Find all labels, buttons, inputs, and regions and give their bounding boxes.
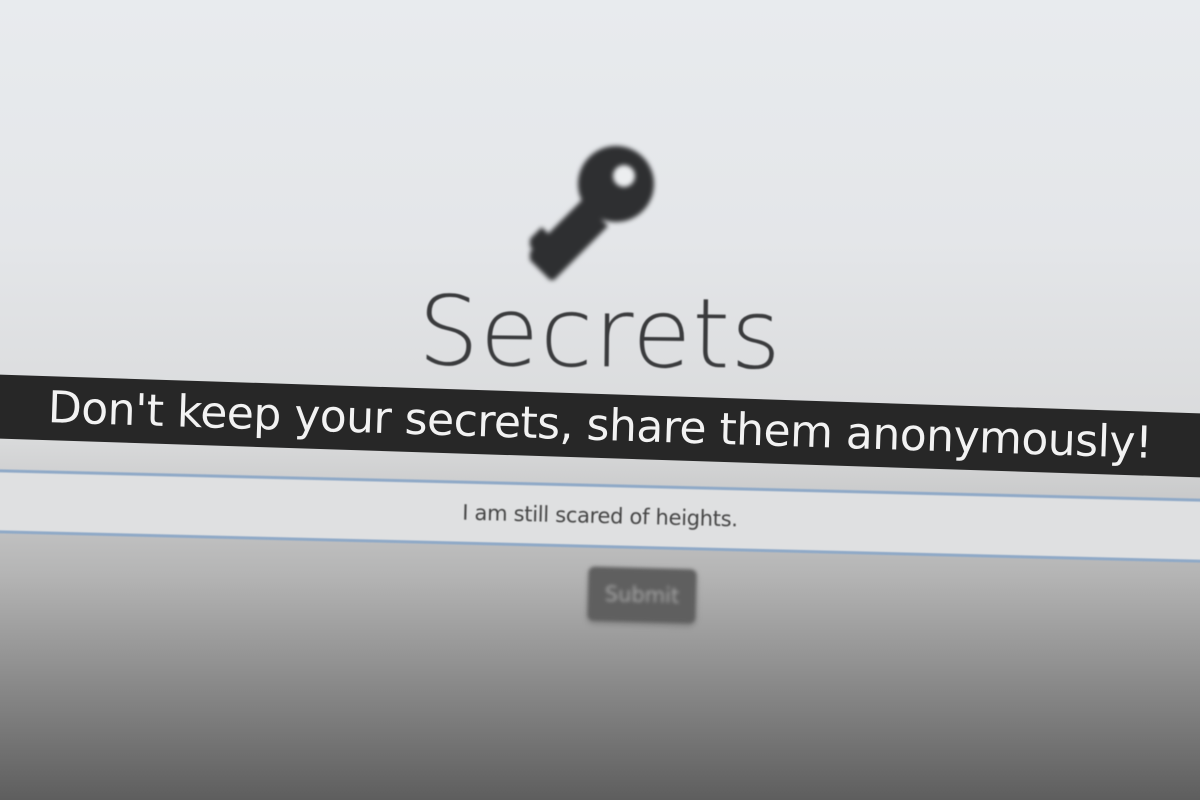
secrets-page: Secrets Don't keep your secrets, share t… [0, 0, 1200, 800]
page-title: Secrets [417, 275, 783, 391]
secret-input-wrapper [0, 468, 1200, 564]
submit-button[interactable]: Submit [587, 566, 697, 624]
key-icon [526, 140, 670, 282]
secret-input[interactable] [0, 471, 1200, 561]
